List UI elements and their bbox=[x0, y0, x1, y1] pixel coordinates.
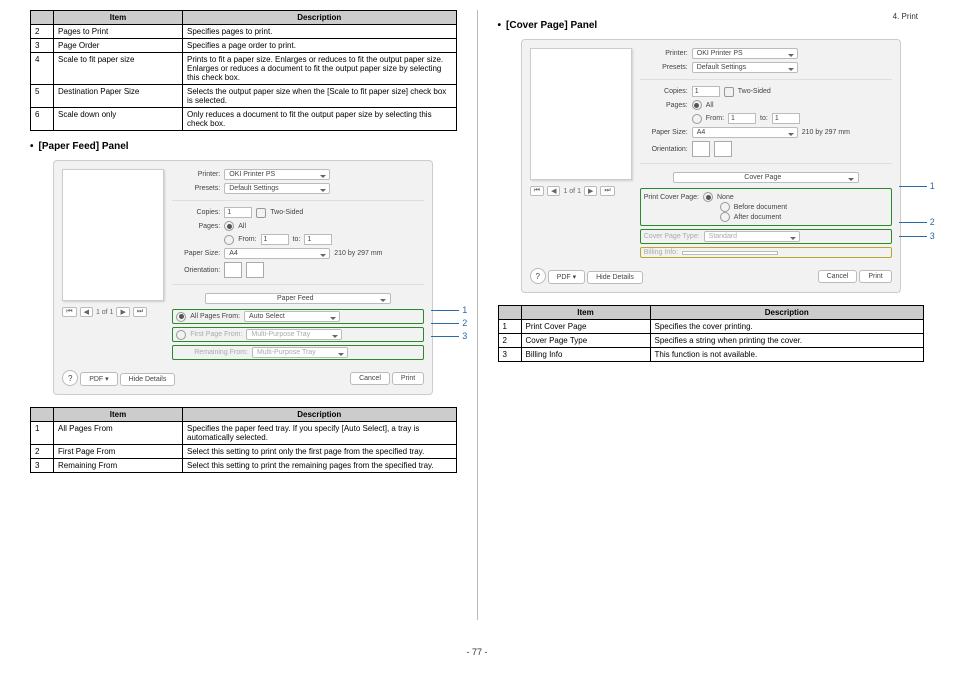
paper-size-select[interactable]: A4 bbox=[224, 248, 330, 259]
presets-select[interactable]: Default Settings bbox=[692, 62, 798, 73]
remaining-from-select: Multi-Purpose Tray bbox=[252, 347, 348, 358]
help-icon[interactable]: ? bbox=[62, 370, 78, 386]
pages-from-radio[interactable] bbox=[692, 114, 702, 124]
table-row: 6Scale down onlyOnly reduces a document … bbox=[31, 108, 457, 131]
pages-from-field[interactable]: 1 bbox=[728, 113, 756, 124]
pages-from-radio[interactable] bbox=[224, 235, 234, 245]
print-dialog-cover-page: ⏮ ◀ 1 of 1 ▶ ⏭ Printer:OKI Printer PS Pr… bbox=[521, 39, 901, 293]
orientation-portrait-icon[interactable] bbox=[224, 262, 242, 278]
paper-feed-dialog-wrap: ⏮ ◀ 1 of 1 ▶ ⏭ Printer:OKI Printer PS Pr… bbox=[53, 160, 433, 395]
left-column: ItemDescription 2Pages to PrintSpecifies… bbox=[30, 10, 477, 620]
last-page-icon[interactable]: ⏭ bbox=[600, 186, 614, 196]
preview-pagebar: ⏮ ◀ 1 of 1 ▶ ⏭ bbox=[530, 186, 632, 196]
two-sided-checkbox[interactable] bbox=[724, 87, 734, 97]
section-paper-feed-title: [Paper Feed] Panel bbox=[30, 141, 457, 152]
next-page-icon[interactable]: ▶ bbox=[584, 186, 597, 196]
table-row: 3Remaining FromSelect this setting to pr… bbox=[31, 459, 457, 473]
print-button[interactable]: Print bbox=[859, 270, 891, 283]
all-pages-from-radio[interactable] bbox=[176, 312, 186, 322]
header-section: 4. Print bbox=[893, 12, 918, 21]
presets-select[interactable]: Default Settings bbox=[224, 183, 330, 194]
table-row: 4Scale to fit paper sizePrints to fit a … bbox=[31, 53, 457, 85]
print-dialog-paper-feed: ⏮ ◀ 1 of 1 ▶ ⏭ Printer:OKI Printer PS Pr… bbox=[53, 160, 433, 395]
all-pages-from-select[interactable]: Auto Select bbox=[244, 311, 340, 322]
copies-field[interactable]: 1 bbox=[224, 207, 252, 218]
cancel-button[interactable]: Cancel bbox=[818, 270, 858, 283]
first-page-from-radio[interactable] bbox=[176, 330, 186, 340]
cover-before-radio[interactable] bbox=[720, 202, 730, 212]
table-row: 1Print Cover PageSpecifies the cover pri… bbox=[498, 320, 924, 334]
help-icon[interactable]: ? bbox=[530, 268, 546, 284]
cover-none-radio[interactable] bbox=[703, 192, 713, 202]
copies-field[interactable]: 1 bbox=[692, 86, 720, 97]
orientation-landscape-icon[interactable] bbox=[246, 262, 264, 278]
pdf-button[interactable]: PDF ▾ bbox=[548, 270, 585, 284]
table-cover-page: ItemDescription 1Print Cover PageSpecifi… bbox=[498, 305, 925, 362]
next-page-icon[interactable]: ▶ bbox=[116, 307, 129, 317]
table-row: 3Page OrderSpecifies a page order to pri… bbox=[31, 39, 457, 53]
pages-all-radio[interactable] bbox=[692, 100, 702, 110]
pages-all-radio[interactable] bbox=[224, 221, 234, 231]
table-row: 5Destination Paper SizeSelects the outpu… bbox=[31, 85, 457, 108]
pages-to-field[interactable]: 1 bbox=[772, 113, 800, 124]
last-page-icon[interactable]: ⏭ bbox=[133, 307, 147, 317]
table-row: 2Cover Page TypeSpecifies a string when … bbox=[498, 334, 924, 348]
pages-from-field[interactable]: 1 bbox=[261, 234, 289, 245]
page-preview bbox=[530, 48, 632, 180]
billing-info-field bbox=[682, 251, 778, 255]
printer-select[interactable]: OKI Printer PS bbox=[224, 169, 330, 180]
orientation-landscape-icon[interactable] bbox=[714, 141, 732, 157]
table-print-options: ItemDescription 2Pages to PrintSpecifies… bbox=[30, 10, 457, 131]
pdf-button[interactable]: PDF ▾ bbox=[80, 372, 117, 386]
right-column: [Cover Page] Panel ⏮ ◀ 1 of 1 ▶ ⏭ bbox=[478, 10, 925, 620]
prev-page-icon[interactable]: ◀ bbox=[80, 307, 93, 317]
print-button[interactable]: Print bbox=[392, 372, 424, 385]
panel-select[interactable]: Paper Feed bbox=[205, 293, 391, 304]
page-content: ItemDescription 2Pages to PrintSpecifies… bbox=[0, 0, 954, 620]
pages-to-field[interactable]: 1 bbox=[304, 234, 332, 245]
two-sided-checkbox[interactable] bbox=[256, 208, 266, 218]
cover-page-dialog-wrap: ⏮ ◀ 1 of 1 ▶ ⏭ Printer:OKI Printer PS Pr… bbox=[521, 39, 901, 293]
hide-details-button[interactable]: Hide Details bbox=[587, 271, 643, 284]
first-page-icon[interactable]: ⏮ bbox=[62, 307, 76, 317]
printer-select[interactable]: OKI Printer PS bbox=[692, 48, 798, 59]
table-row: 1All Pages FromSpecifies the paper feed … bbox=[31, 422, 457, 445]
section-cover-page-title: [Cover Page] Panel bbox=[498, 20, 925, 31]
first-page-icon[interactable]: ⏮ bbox=[530, 186, 544, 196]
table-row: 3Billing InfoThis function is not availa… bbox=[498, 348, 924, 362]
first-page-from-select: Multi-Purpose Tray bbox=[246, 329, 342, 340]
preview-pagebar: ⏮ ◀ 1 of 1 ▶ ⏭ bbox=[62, 307, 164, 317]
table-row: 2First Page FromSelect this setting to p… bbox=[31, 445, 457, 459]
page-preview bbox=[62, 169, 164, 301]
orientation-portrait-icon[interactable] bbox=[692, 141, 710, 157]
cover-type-select: Standard bbox=[704, 231, 800, 242]
prev-page-icon[interactable]: ◀ bbox=[547, 186, 560, 196]
hide-details-button[interactable]: Hide Details bbox=[120, 373, 176, 386]
cancel-button[interactable]: Cancel bbox=[350, 372, 390, 385]
cover-after-radio[interactable] bbox=[720, 212, 730, 222]
table-paper-feed: ItemDescription 1All Pages FromSpecifies… bbox=[30, 407, 457, 473]
panel-select[interactable]: Cover Page bbox=[673, 172, 859, 183]
paper-size-select[interactable]: A4 bbox=[692, 127, 798, 138]
page-number: - 77 - bbox=[0, 647, 954, 657]
table-row: 2Pages to PrintSpecifies pages to print. bbox=[31, 25, 457, 39]
